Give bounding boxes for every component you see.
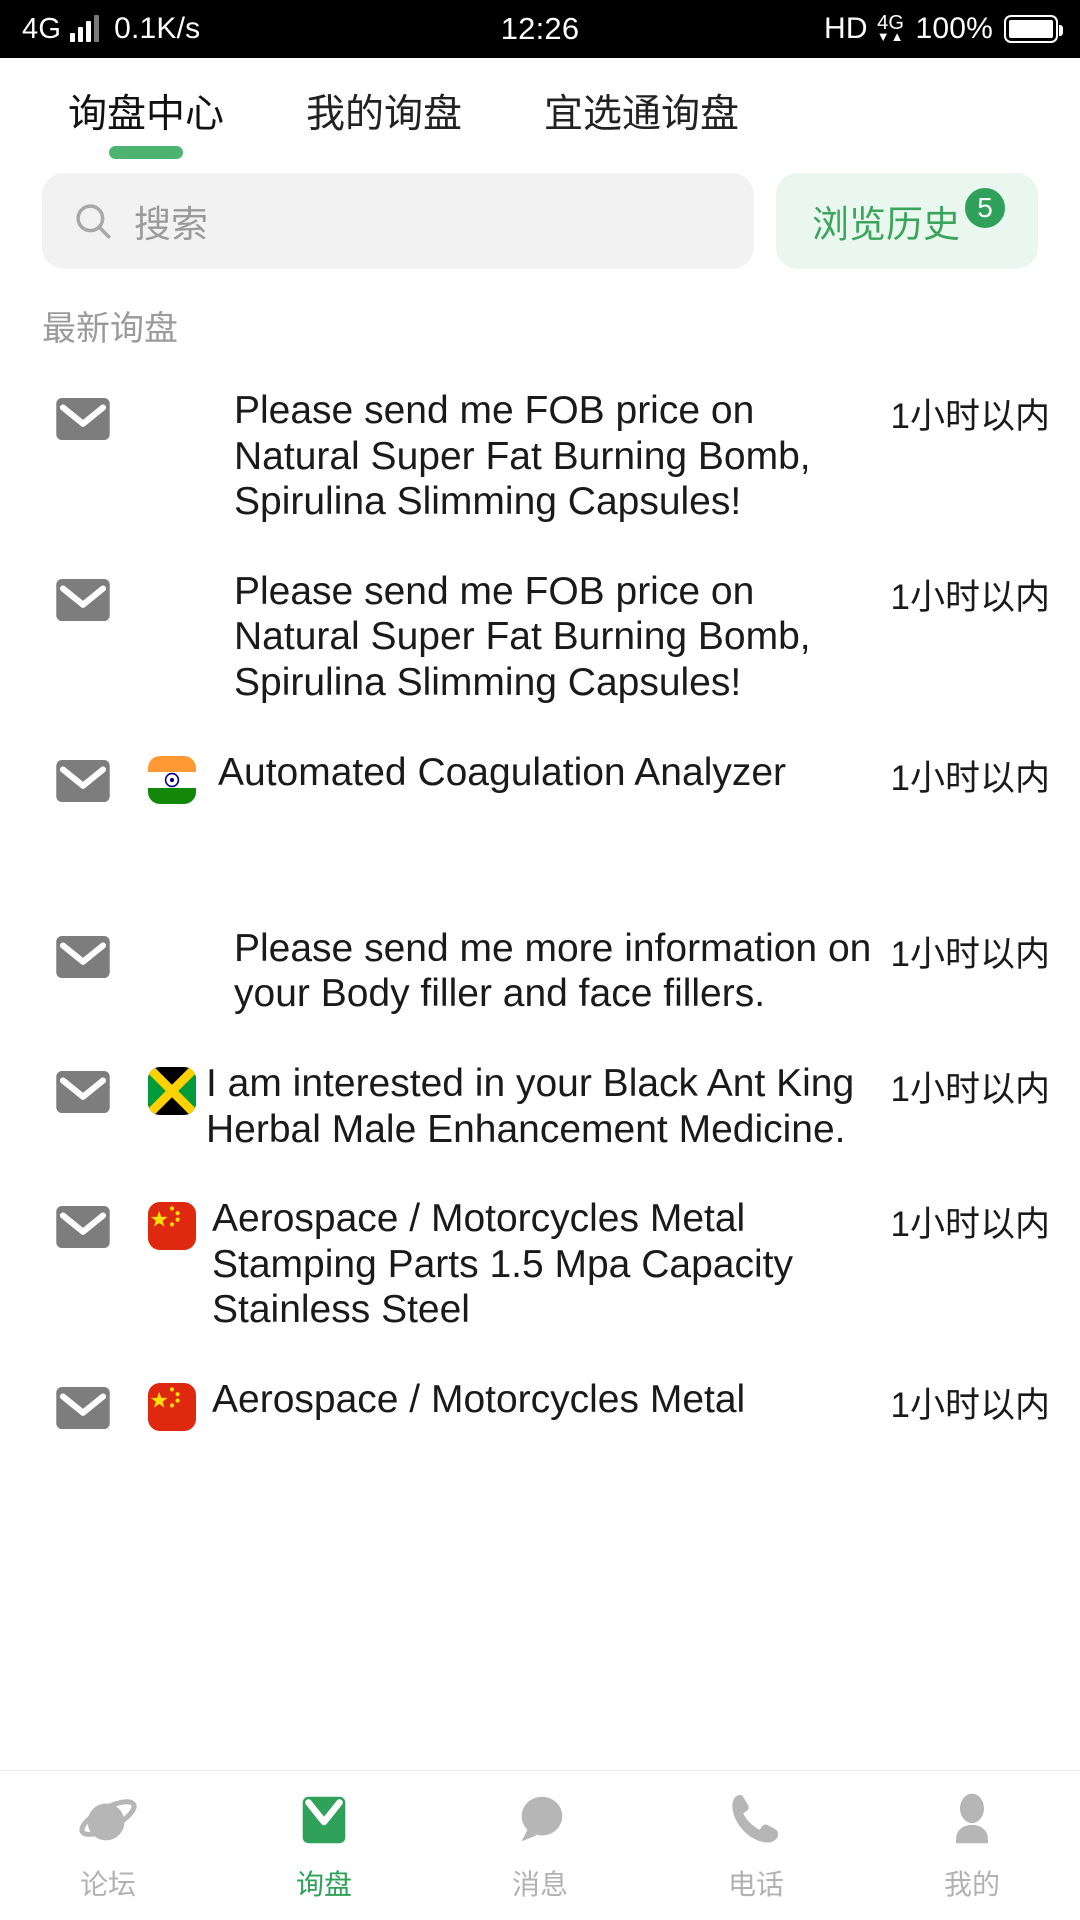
envelope-icon xyxy=(302,1796,346,1843)
nav-item-forum[interactable]: 论坛 xyxy=(0,1789,216,1903)
network-speed-label: 0.1K/s xyxy=(114,12,201,45)
tab-label: 宜选通询盘 xyxy=(544,93,740,136)
list-item-body: Please send me FOB price on Natural Supe… xyxy=(234,388,1050,525)
active-tab-underline xyxy=(109,145,183,159)
search-placeholder: 搜索 xyxy=(134,203,208,245)
browse-history-button[interactable]: 浏览历史 5 xyxy=(776,172,1038,269)
planet-icon xyxy=(79,1798,137,1840)
browse-history-label: 浏览历史 xyxy=(812,203,960,245)
nav-item-phone[interactable]: 电话 xyxy=(648,1789,864,1903)
mail-icon xyxy=(56,1070,110,1113)
data-arrows-icon: ▼▲ xyxy=(876,28,905,44)
list-item-body: Automated Coagulation Analyzer 1小时以内 xyxy=(218,750,1050,801)
status-bar: 4G 0.1K/s 12:26 HD 4G ▼▲ 100% xyxy=(0,0,1080,58)
mail-icon xyxy=(56,759,110,802)
nav-item-messages[interactable]: 消息 xyxy=(432,1789,648,1903)
status-bar-left: 4G 0.1K/s xyxy=(22,12,501,46)
battery-icon xyxy=(1004,15,1064,43)
tab-label: 询盘中心 xyxy=(68,93,225,136)
mobile-data-icon: 4G ▼▲ xyxy=(876,13,905,44)
china-flag-icon xyxy=(148,1202,196,1251)
list-item-time: 1小时以内 xyxy=(890,1069,1050,1109)
nav-label: 电话 xyxy=(727,1868,784,1900)
person-icon xyxy=(956,1793,988,1843)
list-item[interactable]: Automated Coagulation Analyzer 1小时以内 xyxy=(0,728,1080,904)
list-item-time: 1小时以内 xyxy=(890,396,1050,436)
list-item-title: Aerospace / Motorcycles Metal Stamping P… xyxy=(212,1197,793,1332)
section-title-latest-inquiries: 最新询盘 xyxy=(42,309,178,348)
list-item-body: Aerospace / Motorcycles Metal Stamping P… xyxy=(212,1196,1050,1333)
list-item[interactable]: Aerospace / Motorcycles Metal 1小时以内 xyxy=(0,1355,1080,1453)
tab-yixuantong-inquiries[interactable]: 宜选通询盘 xyxy=(544,93,740,155)
list-item-title: Automated Coagulation Analyzer xyxy=(218,750,787,794)
list-item-title: Aerospace / Motorcycles Metal xyxy=(212,1378,746,1422)
list-item-body: I am interested in your Black Ant King H… xyxy=(206,1061,1050,1152)
search-icon xyxy=(76,204,111,239)
top-tab-bar: 询盘中心 我的询盘 宜选通询盘 xyxy=(0,58,1080,159)
list-item[interactable]: Please send me FOB price on Natural Supe… xyxy=(0,547,1080,728)
battery-percent-label: 100% xyxy=(915,12,994,45)
list-item-time: 1小时以内 xyxy=(890,577,1050,617)
nav-label: 询盘 xyxy=(295,1868,352,1900)
list-item-body: Please send me FOB price on Natural Supe… xyxy=(234,569,1050,706)
inquiry-list: Please send me FOB price on Natural Supe… xyxy=(0,350,1080,1453)
nav-label: 论坛 xyxy=(79,1868,136,1900)
jamaica-flag-icon xyxy=(148,1066,196,1115)
search-input[interactable]: 搜索 xyxy=(42,172,754,269)
list-item-title: Please send me FOB price on Natural Supe… xyxy=(234,388,811,524)
signal-strength-icon xyxy=(70,15,100,42)
list-item[interactable]: Please send me FOB price on Natural Supe… xyxy=(0,366,1080,547)
nav-label: 消息 xyxy=(511,1868,568,1900)
list-item-time: 1小时以内 xyxy=(890,934,1050,974)
search-row: 搜索 浏览历史 5 xyxy=(0,155,1080,269)
list-item-time: 1小时以内 xyxy=(890,758,1050,798)
list-item[interactable]: Please send me more information on your … xyxy=(0,904,1080,1039)
nav-label: 我的 xyxy=(943,1868,1000,1900)
bottom-navigation-bar: 论坛 询盘 消息 电话 我的 xyxy=(0,1770,1080,1920)
mail-icon xyxy=(56,1387,110,1430)
nav-item-profile[interactable]: 我的 xyxy=(864,1789,1080,1903)
india-flag-icon xyxy=(148,755,196,804)
mail-icon xyxy=(56,397,110,440)
mail-icon xyxy=(56,935,110,978)
list-item[interactable]: I am interested in your Black Ant King H… xyxy=(0,1039,1080,1174)
browse-history-badge: 5 xyxy=(962,184,1008,231)
clock-label: 12:26 xyxy=(500,11,580,46)
china-flag-icon xyxy=(148,1383,196,1432)
list-item-body: Please send me more information on your … xyxy=(234,926,1050,1017)
mail-icon xyxy=(56,578,110,621)
list-item-title: Please send me more information on your … xyxy=(234,926,872,1016)
list-item-time: 1小时以内 xyxy=(890,1386,1050,1426)
chat-bubble-icon xyxy=(521,1796,563,1841)
nav-item-inquiry[interactable]: 询盘 xyxy=(216,1789,432,1903)
list-item[interactable]: Aerospace / Motorcycles Metal Stamping P… xyxy=(0,1174,1080,1355)
phone-icon xyxy=(732,1794,779,1842)
list-item-title: I am interested in your Black Ant King H… xyxy=(206,1061,855,1151)
network-type-label: 4G xyxy=(22,12,62,45)
list-item-time: 1小时以内 xyxy=(890,1205,1050,1245)
list-item-body: Aerospace / Motorcycles Metal 1小时以内 xyxy=(212,1377,1050,1428)
status-bar-right: HD 4G ▼▲ 100% xyxy=(579,12,1064,46)
mail-icon xyxy=(56,1206,110,1249)
hd-icon: HD xyxy=(824,12,868,45)
tab-my-inquiries[interactable]: 我的询盘 xyxy=(306,93,463,155)
tab-inquiry-center[interactable]: 询盘中心 xyxy=(68,93,225,159)
tab-label: 我的询盘 xyxy=(306,93,463,136)
list-item-title: Please send me FOB price on Natural Supe… xyxy=(234,569,811,705)
